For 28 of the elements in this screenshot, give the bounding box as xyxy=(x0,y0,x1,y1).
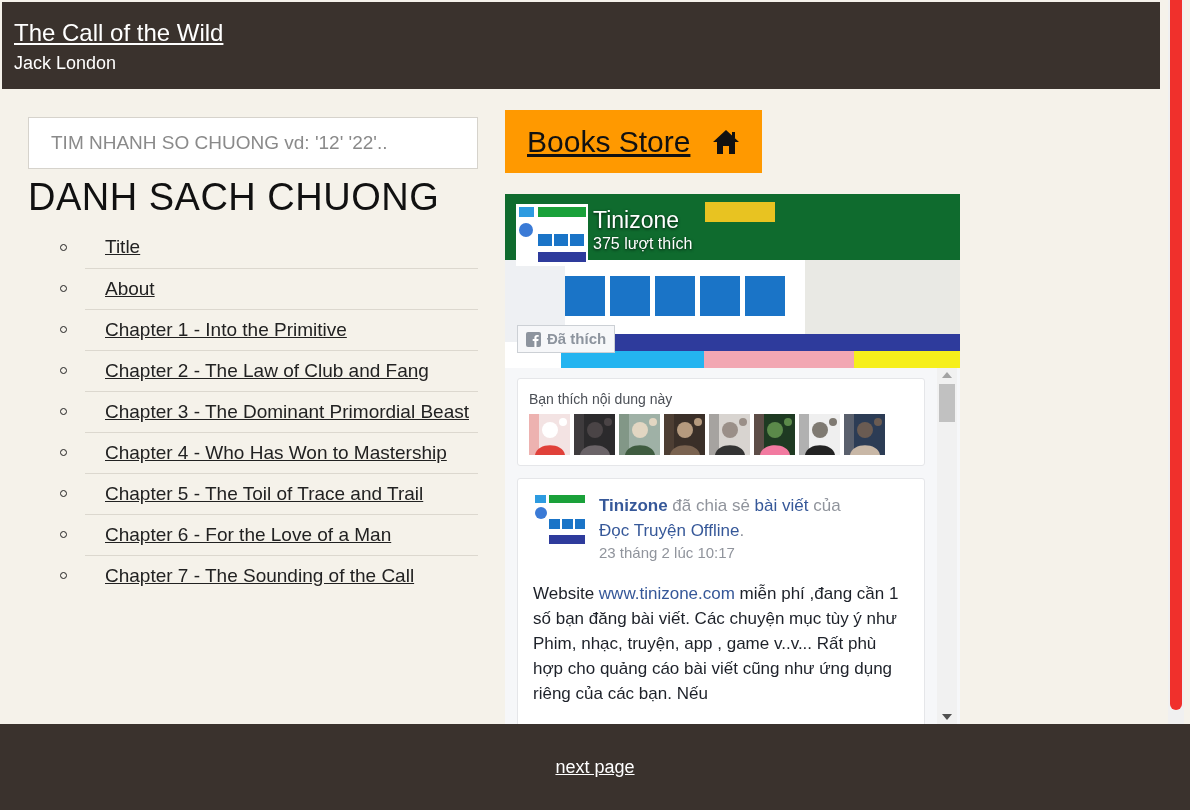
page-link[interactable]: Tinizone xyxy=(599,496,668,515)
chapter-link[interactable]: Chapter 6 - For the Love of a Man xyxy=(105,520,392,550)
chapter-link[interactable]: Chapter 7 - The Sounding of the Call xyxy=(105,561,415,591)
chapter-link[interactable]: Chapter 5 - The Toil of Trace and Trail xyxy=(105,479,424,509)
books-store-button[interactable]: Books Store xyxy=(505,110,763,173)
chapter-list-heading: DANH SACH CHUONG xyxy=(28,175,441,219)
next-page-link[interactable]: next page xyxy=(555,753,635,781)
home-icon xyxy=(712,128,741,155)
post-text: Website www.tinizone.com miễn phí ,đang cần 1 số bạn đăng bài viết. Các chuyện mục tùy ý như Phim, nhạc, truyện, app , game v..v... Rất phù hợp cho quảng cáo bài viết cũng như ứng dụng riêng của các bạn. Nếu xyxy=(533,583,900,705)
post-heading: Tinizone đã chia sẻ bài viết của Đọc Truyện Offline. xyxy=(599,495,842,542)
link[interactable]: bài viết xyxy=(754,496,809,515)
author-name: Jack London xyxy=(14,52,117,75)
scrollbar[interactable] xyxy=(937,368,957,724)
scrollbar[interactable] xyxy=(1168,0,1184,724)
chapter-link[interactable]: About xyxy=(105,274,155,304)
search-field[interactable]: TIM NHANH SO CHUONG vd: '12' '22'.. xyxy=(28,117,478,169)
chapter-link[interactable]: Chapter 4 - Who Has Won to Mastership xyxy=(105,438,447,468)
link[interactable]: www.tinizone.com xyxy=(598,584,735,603)
scroll-down-icon[interactable] xyxy=(942,714,952,720)
link[interactable]: Đọc Truyện Offline xyxy=(599,521,740,540)
chapter-link[interactable]: Chapter 2 - The Law of Club and Fang xyxy=(105,356,429,386)
scroll-thumb[interactable] xyxy=(939,384,955,422)
chapter-link[interactable]: Chapter 3 - The Dominant Primordial Beast xyxy=(105,397,469,427)
friends-label: Bạn thích nội dung này xyxy=(529,390,674,409)
chapter-link[interactable]: Chapter 1 - Into the Primitive xyxy=(105,315,347,345)
chapter-link[interactable]: Title xyxy=(105,233,141,262)
scroll-thumb[interactable] xyxy=(1170,0,1182,710)
book-title-link[interactable]: The Call of the Wild xyxy=(14,18,224,48)
